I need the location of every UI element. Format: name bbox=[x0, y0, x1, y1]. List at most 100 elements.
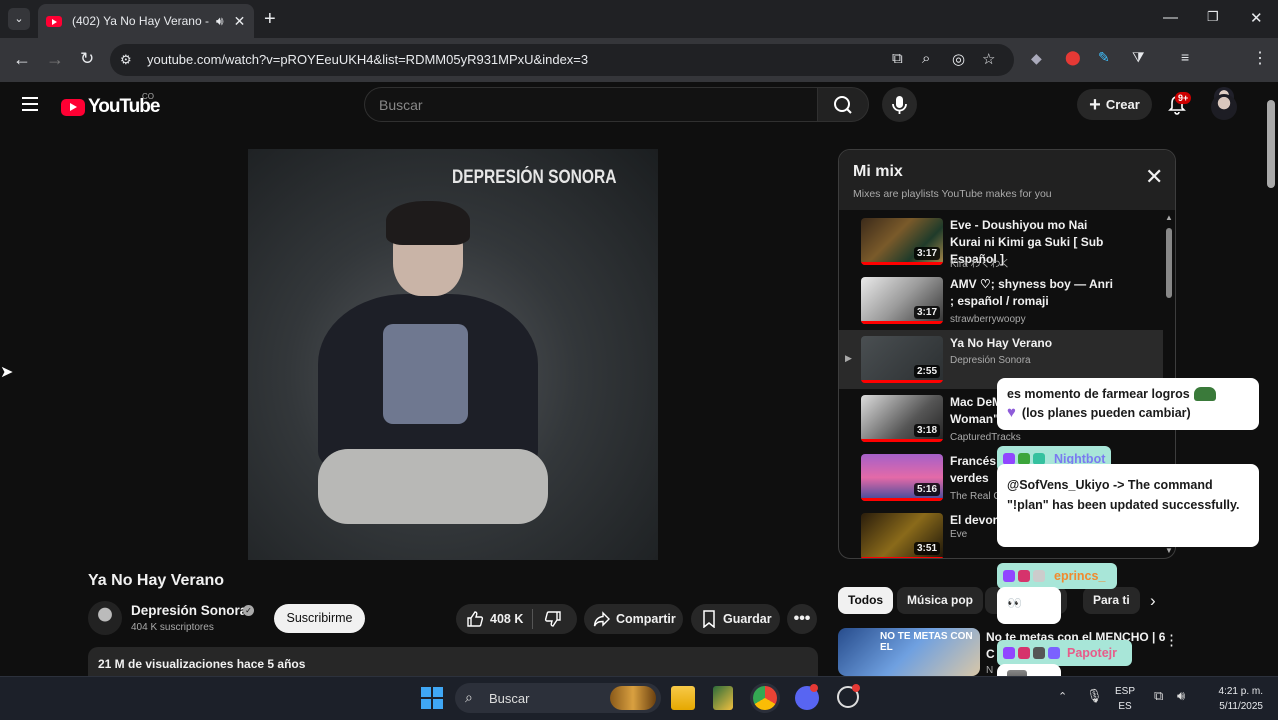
chat-message: 👀 bbox=[997, 587, 1061, 624]
search-button[interactable] bbox=[817, 87, 869, 122]
video-frame-shirt bbox=[383, 324, 468, 424]
volume-icon[interactable]: 🔊︎ bbox=[1177, 688, 1185, 704]
extension-icon[interactable]: ◆ bbox=[1031, 50, 1042, 67]
plus-icon: + bbox=[1089, 93, 1101, 116]
like-dislike-group: 408 K bbox=[456, 604, 577, 634]
youtube-play-icon bbox=[61, 98, 85, 116]
playlist-item-channel: Eve bbox=[950, 529, 968, 540]
scroll-down-icon[interactable]: ▼ bbox=[1165, 546, 1173, 555]
minimize-icon[interactable]: — bbox=[1163, 9, 1178, 26]
windows-start-icon[interactable] bbox=[421, 687, 443, 709]
playlist-scrollbar[interactable] bbox=[1166, 228, 1172, 298]
extensions-puzzle-icon[interactable]: ⧩ bbox=[1132, 49, 1145, 66]
playlist-thumbnail: 3:51 bbox=[861, 513, 943, 558]
next-video-thumbnail[interactable]: NO TE METAS CON EL bbox=[838, 628, 980, 676]
speaker-icon[interactable]: 🔊︎ bbox=[216, 14, 224, 29]
bookmark-icon bbox=[703, 610, 715, 628]
badge-icon bbox=[1003, 570, 1015, 582]
microphone-icon[interactable]: 🎙︎ bbox=[1086, 688, 1103, 704]
chat-message: @SofVens_Ukiyo -> The command "!plan" ha… bbox=[997, 464, 1259, 547]
scroll-up-icon[interactable]: ▲ bbox=[1165, 213, 1173, 222]
back-icon[interactable]: ← bbox=[13, 49, 31, 70]
youtube-favicon-icon bbox=[46, 15, 62, 27]
address-bar[interactable]: ⚙ youtube.com/watch?v=pROYEeuUKH4&list=R… bbox=[110, 44, 1014, 76]
network-icon[interactable]: ⧉ bbox=[1154, 688, 1163, 704]
playlist-item-channel: Kira わくわく bbox=[950, 259, 1011, 270]
playlist-thumbnail: 3:18 bbox=[861, 395, 943, 442]
restore-icon[interactable]: ❐ bbox=[1207, 9, 1219, 25]
voice-search-button[interactable] bbox=[882, 87, 917, 122]
video-player[interactable]: DEPRESIÓN SONORA bbox=[248, 149, 658, 560]
share-button[interactable]: Compartir bbox=[584, 604, 683, 634]
playlist-item-channel: Depresión Sonora bbox=[950, 355, 1031, 366]
browser-toolbar: ← → ↻ ⚙ youtube.com/watch?v=pROYEeuUKH4&… bbox=[0, 38, 1278, 107]
tab-search-button[interactable]: ⌄ bbox=[8, 8, 30, 30]
taskbar-search[interactable]: ⌕ Buscar bbox=[455, 683, 661, 713]
like-button[interactable]: 408 K bbox=[456, 610, 523, 628]
language-indicator[interactable]: ESP ES bbox=[1115, 684, 1135, 714]
browser-tab[interactable]: (402) Ya No Hay Verano - YouTube 🔊︎ ✕ bbox=[38, 4, 254, 38]
translate-extension-icon[interactable]: ✎ bbox=[1098, 49, 1110, 66]
playlist-thumbnail: 5:16 bbox=[861, 454, 943, 501]
badge-icon bbox=[1018, 647, 1030, 659]
view-count-date: 21 M de visualizaciones hace 5 años bbox=[98, 657, 306, 671]
subscribe-button[interactable]: Suscribirme bbox=[274, 604, 365, 633]
chrome-icon[interactable] bbox=[753, 686, 777, 710]
forward-icon[interactable]: → bbox=[46, 49, 64, 70]
media-control-icon[interactable]: ≡ bbox=[1181, 49, 1189, 65]
new-tab-button[interactable]: + bbox=[264, 8, 276, 30]
video-title: Ya No Hay Verano bbox=[88, 572, 225, 589]
badge-icon bbox=[1003, 647, 1015, 659]
more-vert-icon[interactable]: ⋮ bbox=[1164, 631, 1179, 649]
like-count: 408 K bbox=[490, 612, 524, 626]
next-video-channel: N bbox=[986, 665, 994, 676]
browser-menu-icon[interactable]: ⋮ bbox=[1252, 48, 1268, 68]
bookmark-star-icon[interactable]: ☆ bbox=[982, 50, 995, 68]
chip-para-ti[interactable]: Para ti bbox=[1083, 587, 1140, 614]
chevron-right-icon[interactable]: › bbox=[1150, 591, 1156, 611]
site-info-icon[interactable]: ⚙ bbox=[120, 52, 132, 68]
file-explorer-icon[interactable] bbox=[671, 686, 695, 710]
page-scrollbar[interactable] bbox=[1264, 84, 1278, 676]
search-icon bbox=[834, 96, 852, 114]
reload-icon[interactable]: ↻ bbox=[80, 49, 94, 69]
video-overlay-caption: DEPRESIÓN SONORA bbox=[452, 167, 617, 188]
clock[interactable]: 4:21 p. m. 5/11/2025 bbox=[1205, 684, 1263, 714]
dislike-button[interactable] bbox=[544, 610, 562, 631]
like-divider bbox=[532, 609, 533, 629]
playlist-item[interactable]: 3:17 Eve - Doushiyou mo Nai Kurai ni Kim… bbox=[839, 212, 1163, 271]
zoom-icon[interactable]: ⌕ bbox=[922, 50, 930, 67]
more-actions-icon[interactable]: ••• bbox=[787, 604, 817, 634]
install-app-icon[interactable]: ⧉ bbox=[892, 50, 903, 67]
app-icon[interactable] bbox=[713, 686, 733, 710]
search-highlight-image bbox=[610, 686, 656, 710]
chat-username-tag: Papotejr bbox=[997, 640, 1132, 666]
search-input[interactable]: Buscar bbox=[364, 87, 817, 122]
badge-icon bbox=[1033, 570, 1045, 582]
adblock-extension-icon[interactable]: ⬤ bbox=[1065, 49, 1081, 66]
channel-avatar[interactable] bbox=[88, 601, 122, 635]
chip-todos[interactable]: Todos bbox=[838, 587, 894, 614]
notification-dot bbox=[810, 684, 818, 692]
account-avatar[interactable] bbox=[1211, 94, 1237, 120]
create-button[interactable]: + Crear bbox=[1077, 89, 1152, 120]
eye-off-icon[interactable]: ◎ bbox=[952, 50, 965, 68]
chip-musica-pop[interactable]: Música pop bbox=[897, 587, 984, 614]
badge-icon bbox=[1033, 647, 1045, 659]
mouse-cursor-icon: ➤ bbox=[0, 364, 14, 381]
close-playlist-icon[interactable]: ✕ bbox=[1145, 166, 1163, 188]
menu-icon[interactable] bbox=[22, 97, 38, 115]
playlist-subtitle: Mixes are playlists YouTube makes for yo… bbox=[853, 188, 1052, 200]
channel-name[interactable]: Depresión Sonora bbox=[131, 603, 247, 618]
thumbs-down-icon bbox=[544, 611, 561, 627]
badge-icon bbox=[1018, 570, 1030, 582]
save-button[interactable]: Guardar bbox=[691, 604, 780, 634]
playlist-item[interactable]: 3:17 AMV ♡; shyness boy — Anri ; español… bbox=[839, 271, 1163, 330]
thumbs-up-icon bbox=[467, 611, 484, 627]
playlist-item-title: AMV ♡; shyness boy — Anri ; español / ro… bbox=[950, 277, 1114, 308]
url-text: youtube.com/watch?v=pROYEeuUKH4&list=RDM… bbox=[147, 52, 589, 67]
show-hidden-icons[interactable]: ⌃ bbox=[1058, 690, 1067, 703]
close-tab-icon[interactable]: ✕ bbox=[234, 13, 246, 30]
window-close-icon[interactable]: ✕ bbox=[1250, 9, 1263, 27]
video-frame-legs bbox=[318, 449, 548, 524]
